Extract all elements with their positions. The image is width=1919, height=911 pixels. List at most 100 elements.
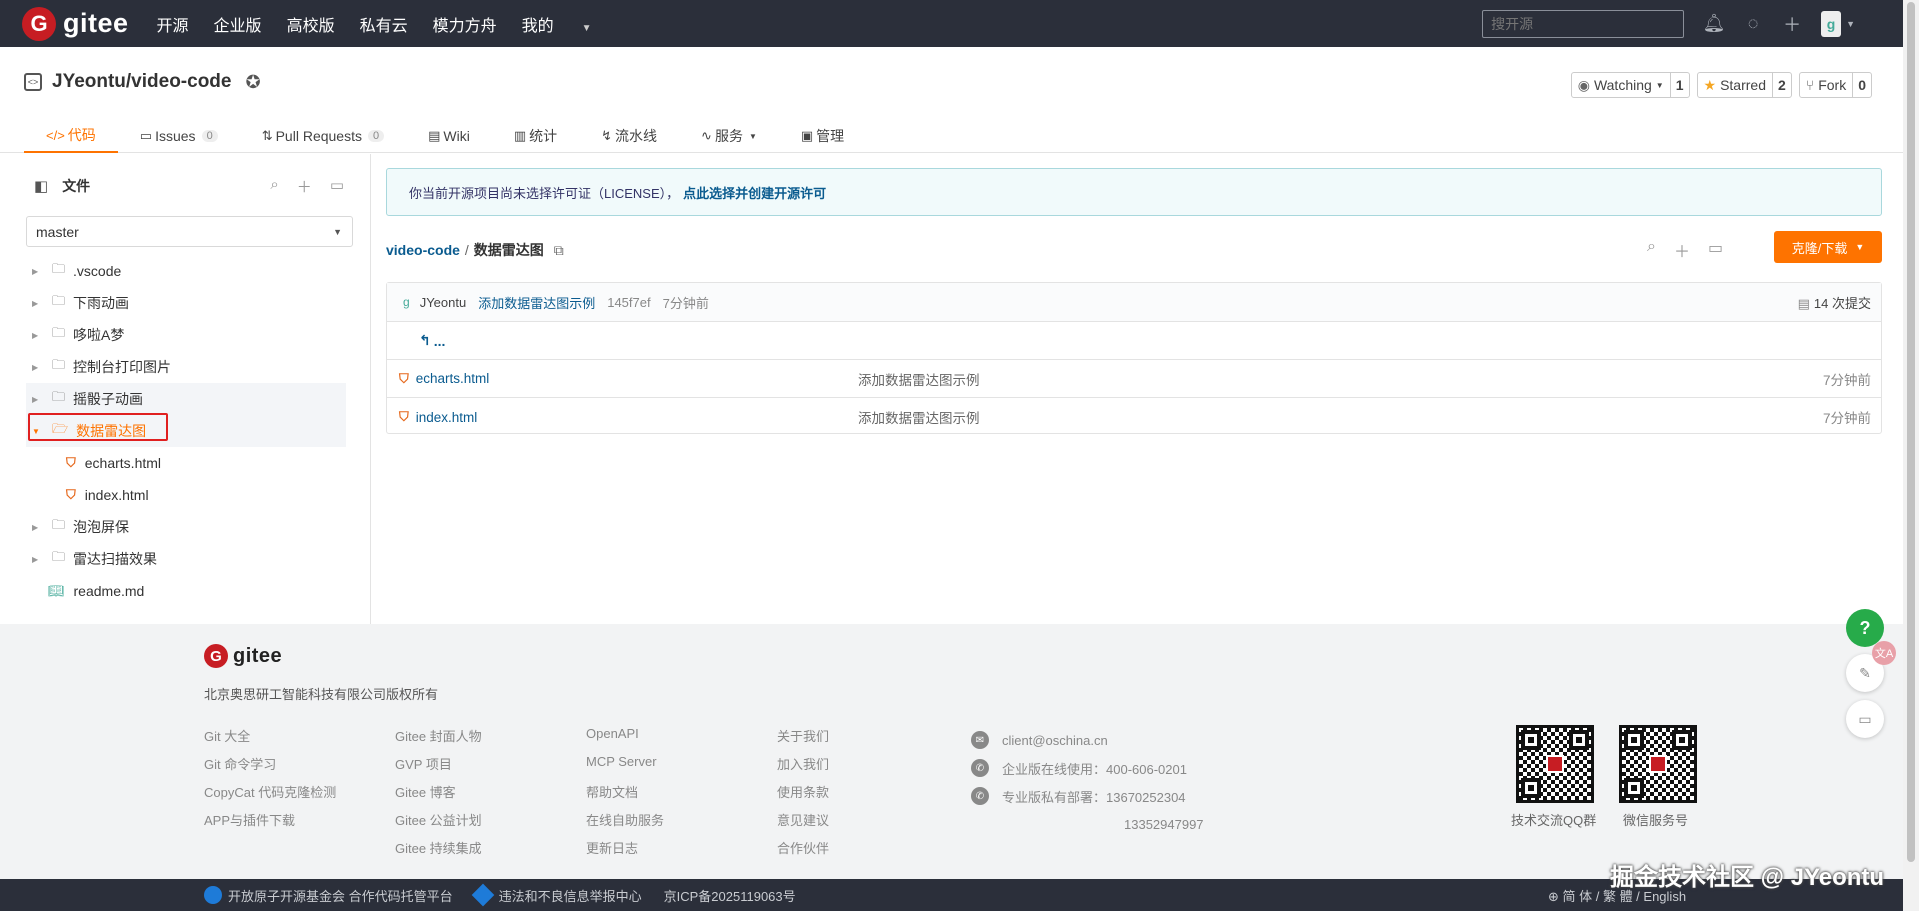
chevron-right-icon[interactable]: ▶ [32, 523, 44, 532]
tree-folder[interactable]: ▶ 🗀 雷达扫描效果 [26, 543, 346, 575]
commit-sha[interactable]: 145f7ef [607, 295, 650, 310]
chevron-right-icon[interactable]: ▶ [32, 299, 44, 308]
repo-title[interactable]: JYeontu/video-code [52, 71, 231, 93]
commit-message[interactable]: 添加数据雷达图示例 [478, 293, 595, 312]
footer-link[interactable]: Git 大全 [204, 726, 336, 754]
clone-download-button[interactable]: 克隆/下载 ▼ [1774, 231, 1882, 263]
footer-link[interactable]: 意见建议 [777, 810, 829, 838]
tab-stats[interactable]: ▥ 统计 [492, 119, 579, 153]
lightbulb-icon[interactable]: ◌ [1743, 13, 1763, 34]
plus-icon[interactable]: ＋ [1782, 14, 1802, 35]
bell-icon[interactable]: 🔔︎ [1703, 13, 1726, 34]
tree-folder[interactable]: ▶ 🗀 摇骰子动画 [26, 383, 346, 415]
tab-wiki[interactable]: ▤ Wiki [406, 119, 492, 153]
chat-icon: ▭ [1858, 710, 1872, 727]
nav-link-open-source[interactable]: 开源 [157, 12, 189, 36]
chevron-right-icon[interactable]: ▶ [32, 555, 44, 564]
nav-link-education[interactable]: 高校版 [287, 12, 335, 36]
footer-link[interactable]: 在线自助服务 [586, 810, 664, 838]
tree-folder[interactable]: ▶ 🗀 泡泡屏保 [26, 511, 346, 543]
branch-select[interactable]: master ▼ [26, 216, 353, 247]
plus-icon[interactable]: ＋ [1674, 238, 1690, 262]
sidebar-toggle-icon[interactable]: ◧ [34, 177, 48, 195]
footer-link[interactable]: Gitee 博客 [395, 782, 482, 810]
scrollbar-thumb[interactable] [1907, 2, 1915, 862]
avatar[interactable]: g [403, 295, 410, 309]
tree-file[interactable]: 📖︎ readme.md [26, 575, 346, 607]
tree-file[interactable]: ⛉ index.html [26, 479, 346, 511]
plus-icon[interactable]: ＋ [297, 176, 312, 197]
chevron-right-icon[interactable]: ▶ [32, 267, 44, 276]
nav-link-enterprise[interactable]: 企业版 [214, 12, 262, 36]
footer-link[interactable]: Git 命令学习 [204, 754, 336, 782]
file-commit-message[interactable]: 添加数据雷达图示例 [858, 369, 980, 389]
watching-button[interactable]: ◉ Watching ▼ 1 [1570, 72, 1690, 98]
footer-link[interactable]: MCP Server [586, 754, 664, 782]
gitee-logo[interactable]: G gitee [22, 6, 129, 41]
tree-file[interactable]: ⛉ echarts.html [26, 447, 346, 479]
tab-issues[interactable]: ▭ Issues 0 [118, 119, 240, 153]
footer-link[interactable]: APP与插件下载 [204, 810, 336, 838]
watching-count[interactable]: 1 [1669, 73, 1689, 97]
nav-link-private-cloud[interactable]: 私有云 [360, 12, 408, 36]
tree-label: index.html [84, 487, 149, 503]
report-link[interactable]: 违法和不良信息举报中心 [471, 883, 642, 907]
footer-link[interactable]: 加入我们 [777, 754, 829, 782]
tab-code[interactable]: </> 代码 [24, 119, 118, 153]
chevron-right-icon[interactable]: ▶ [32, 331, 44, 340]
tab-manage[interactable]: ▣ 管理 [779, 119, 866, 153]
badge-icon[interactable]: ✪ [245, 72, 260, 93]
chat-button[interactable]: ▭ [1846, 700, 1884, 738]
footer-link[interactable]: Gitee 持续集成 [395, 838, 482, 866]
tree-folder[interactable]: ▶ 🗀 .vscode [26, 255, 346, 287]
footer-link[interactable]: OpenAPI [586, 726, 664, 754]
translate-button[interactable]: 文A [1872, 641, 1896, 665]
contact-email[interactable]: client@oschina.cn [1002, 733, 1108, 748]
footer-link[interactable]: GVP 项目 [395, 754, 482, 782]
tab-pipeline[interactable]: ↯ 流水线 [579, 119, 679, 153]
file-name[interactable]: echarts.html [416, 371, 490, 386]
nav-link-moli[interactable]: 模力方舟 [433, 12, 497, 36]
parent-directory-row[interactable]: ↰... [387, 322, 1881, 360]
monitor-icon[interactable]: ▭ [330, 176, 344, 197]
search-input[interactable] [1482, 9, 1685, 38]
footer-link[interactable]: 帮助文档 [586, 782, 664, 810]
commit-author[interactable]: JYeontu [420, 295, 467, 310]
breadcrumb-root[interactable]: video-code [386, 242, 460, 258]
search-icon[interactable]: ⌕ [270, 176, 278, 197]
tab-pull-requests[interactable]: ⇅ Pull Requests 0 [240, 119, 406, 153]
openatom-link[interactable]: 开放原子开源基金会 合作代码托管平台 [204, 886, 453, 905]
nav-link-mine[interactable]: 我的 ▼ [522, 12, 617, 36]
chevron-down-icon[interactable]: ▼ [1846, 19, 1855, 29]
file-commit-message[interactable]: 添加数据雷达图示例 [858, 407, 980, 427]
chevron-down-icon: ▼ [1855, 242, 1865, 252]
scrollbar[interactable] [1903, 0, 1919, 911]
footer-link[interactable]: 合作伙伴 [777, 838, 829, 866]
fork-count[interactable]: 0 [1852, 73, 1871, 97]
tree-folder[interactable]: ▶ 🗀 控制台打印图片 [26, 351, 346, 383]
footer-link[interactable]: 使用条款 [777, 782, 829, 810]
report-icon [471, 883, 494, 907]
chevron-right-icon[interactable]: ▶ [32, 395, 44, 404]
footer-link[interactable]: 更新日志 [586, 838, 664, 866]
fork-button[interactable]: ⑂ Fork 0 [1798, 72, 1872, 98]
starred-count[interactable]: 2 [1772, 73, 1791, 97]
starred-button[interactable]: ★ Starred 2 [1696, 72, 1792, 98]
chevron-down-icon: ▼ [1655, 80, 1664, 90]
commit-count[interactable]: ▤ 14 次提交 [1798, 293, 1871, 312]
icp-link[interactable]: 京ICP备2025119063号 [664, 886, 796, 905]
footer-link[interactable]: Gitee 公益计划 [395, 810, 482, 838]
chevron-right-icon[interactable]: ▶ [32, 363, 44, 372]
license-link[interactable]: 点此选择并创建开源许可 [683, 183, 826, 202]
tree-folder[interactable]: ▶ 🗀 下雨动画 [26, 287, 346, 319]
copy-icon[interactable]: ⧉ [554, 242, 564, 259]
footer-link[interactable]: Gitee 封面人物 [395, 726, 482, 754]
file-name[interactable]: index.html [416, 410, 478, 425]
avatar[interactable]: g [1821, 10, 1842, 37]
tab-services[interactable]: ∿ 服务 ▼ [679, 119, 779, 153]
monitor-icon[interactable]: ▭ [1708, 238, 1723, 262]
search-icon[interactable]: ⌕ [1647, 238, 1656, 262]
footer-link[interactable]: CopyCat 代码克隆检测 [204, 782, 336, 810]
footer-link[interactable]: 关于我们 [777, 726, 829, 754]
tree-folder[interactable]: ▶ 🗀 哆啦A梦 [26, 319, 346, 351]
